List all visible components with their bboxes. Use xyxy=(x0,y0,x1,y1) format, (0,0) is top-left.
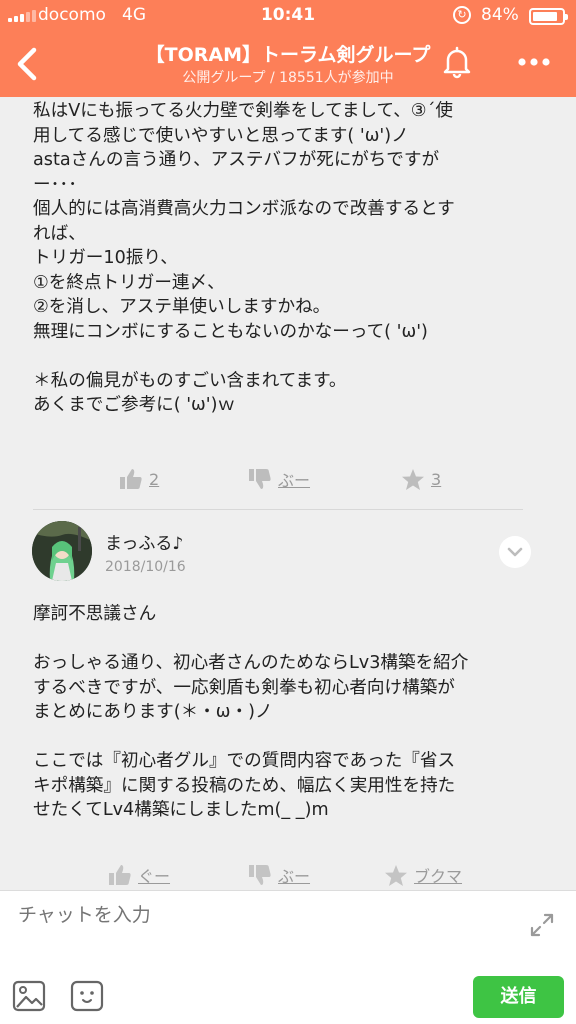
like-label: ぐー xyxy=(138,867,171,886)
like-button[interactable]: 2 xyxy=(119,464,159,494)
dislike-label: ぶー xyxy=(278,867,311,886)
bookmark-label: ブクマ xyxy=(414,867,463,886)
chat-input[interactable] xyxy=(18,905,263,927)
battery-level xyxy=(533,12,557,21)
post-actions: ぐー ぶー ブクマ xyxy=(0,860,576,890)
like-count: 2 xyxy=(149,469,160,489)
thumbs-up-icon xyxy=(120,469,142,489)
emoji-icon[interactable] xyxy=(70,979,104,1013)
post-body: 私はVにも振ってる火力壁で剣拳をしてまして、③´使 用してる感じで使いやすいと思… xyxy=(33,101,455,415)
more-icon[interactable] xyxy=(514,50,554,74)
thumbs-up-icon xyxy=(109,865,131,885)
post-divider xyxy=(33,509,523,510)
post-date: 2018/10/16 xyxy=(105,559,186,575)
thumbs-down-icon xyxy=(249,469,271,489)
bell-icon[interactable] xyxy=(438,42,476,80)
group-subtitle: 公開グループ / 18551人が参加中 xyxy=(182,70,394,86)
app-header: docomo 4G 10:41 ↻ 84% 【TORAM】トーラム剣グループ 公… xyxy=(0,0,576,97)
post-body: 摩訶不思議さん おっしゃる通り、初心者さんのためならLv3構築を紹介 するべきで… xyxy=(33,604,469,820)
dislike-label: ぶー xyxy=(278,471,311,490)
orientation-lock-icon: ↻ xyxy=(453,6,471,24)
status-bar: docomo 4G 10:41 ↻ 84% xyxy=(0,0,576,30)
star-icon xyxy=(385,864,407,886)
thumbs-down-icon xyxy=(249,865,271,885)
dislike-button[interactable]: ぶー xyxy=(248,464,310,494)
post-actions: 2 ぶー 3 xyxy=(0,464,576,494)
battery-icon xyxy=(529,8,568,25)
avatar[interactable] xyxy=(32,521,92,581)
chat-thread[interactable]: 私はVにも振ってる火力壁で剣拳をしてまして、③´使 用してる感じで使いやすいと思… xyxy=(0,97,576,890)
star-count: 3 xyxy=(431,469,442,489)
avatar-image xyxy=(32,521,92,581)
star-button[interactable]: 3 xyxy=(401,464,441,494)
group-title: 【TORAM】トーラム剣グループ xyxy=(145,44,431,66)
battery-percent: 84% xyxy=(481,5,519,25)
bookmark-button[interactable]: ブクマ xyxy=(384,860,462,890)
dislike-button[interactable]: ぶー xyxy=(248,860,310,890)
author-name[interactable]: まっふる♪ xyxy=(105,529,183,554)
expand-icon[interactable] xyxy=(528,911,556,939)
chat-composer: 送信 xyxy=(0,890,576,1024)
image-icon[interactable] xyxy=(12,979,46,1013)
chevron-down-icon[interactable] xyxy=(499,536,531,568)
send-button[interactable]: 送信 xyxy=(473,976,564,1018)
star-icon xyxy=(402,468,424,490)
like-button[interactable]: ぐー xyxy=(108,860,170,890)
